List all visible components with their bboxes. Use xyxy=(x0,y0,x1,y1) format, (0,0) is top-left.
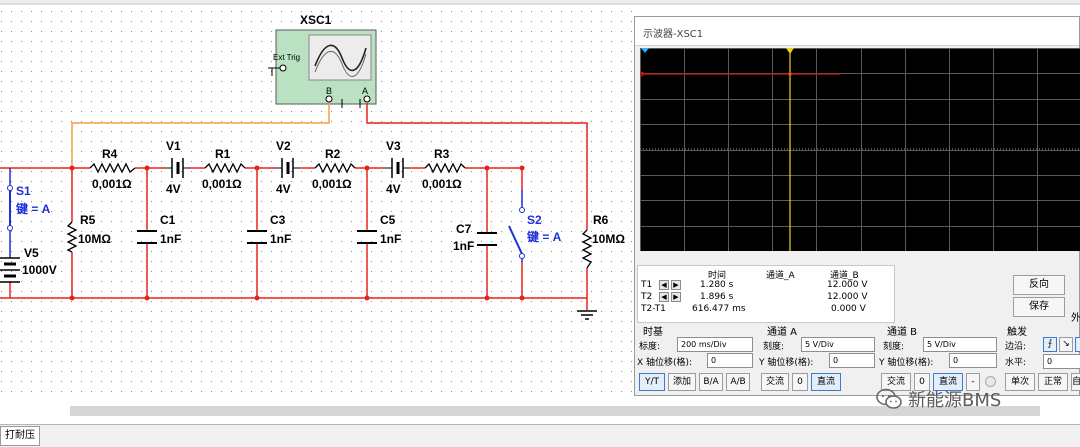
svg-text:1nF: 1nF xyxy=(160,232,181,246)
channel-b-scale-field[interactable]: 5 V/Div xyxy=(923,337,997,352)
channel-a-zero-button[interactable]: 0 xyxy=(792,373,808,391)
svg-text:1000V: 1000V xyxy=(22,263,57,277)
svg-text:0,001Ω: 0,001Ω xyxy=(202,177,242,191)
svg-text:R1: R1 xyxy=(215,147,231,161)
timebase-scale-field[interactable]: 200 ms/Div xyxy=(677,337,753,352)
timebase-scale-label: 标度: xyxy=(639,342,661,352)
external-label: 外 xyxy=(1071,313,1080,324)
trigger-auto-button[interactable]: 自 xyxy=(1071,373,1080,391)
t2-left-arrow-icon[interactable]: ◀ xyxy=(659,292,669,302)
svg-text:C3: C3 xyxy=(270,213,286,227)
t1-time: 1.280 s xyxy=(700,280,734,290)
svg-text:R2: R2 xyxy=(325,147,341,161)
svg-text:0,001Ω: 0,001Ω xyxy=(422,177,462,191)
t2-time: 1.896 s xyxy=(700,292,734,302)
svg-text:V3: V3 xyxy=(386,139,401,153)
scope-titlebar[interactable]: 示波器-XSC1 xyxy=(635,17,1079,46)
port-b-label: B xyxy=(326,86,332,96)
col-channel-a: 通道_A xyxy=(766,271,795,281)
channel-a-ypos-field[interactable]: 0 xyxy=(829,353,875,368)
watermark: 新能源BMS xyxy=(876,384,1001,414)
svg-text:V2: V2 xyxy=(276,139,291,153)
instrument-label: XSC1 xyxy=(300,13,332,27)
row-t1-label: T1 xyxy=(641,280,653,290)
scope-title: 示波器-XSC1 xyxy=(643,29,704,40)
timebase-xpos-field[interactable]: 0 xyxy=(707,353,753,368)
t1-channel-b: 12.000 V xyxy=(827,280,868,290)
mode-ab-button[interactable]: A/B xyxy=(726,373,750,391)
trigger-edge-label: 边沿: xyxy=(1005,342,1027,352)
t1-right-arrow-icon[interactable]: ▶ xyxy=(671,280,681,290)
svg-text:1nF: 1nF xyxy=(270,232,291,246)
svg-text:C7: C7 xyxy=(456,222,472,236)
channel-a-dc-button[interactable]: 直流 xyxy=(811,373,841,391)
save-button[interactable]: 保存 xyxy=(1013,297,1065,317)
channel-b-ypos-field[interactable]: 0 xyxy=(949,353,997,368)
channel-b-scale-label: 刻度: xyxy=(883,342,905,352)
scope-screen[interactable] xyxy=(639,48,1080,252)
trigger-title: 触发 xyxy=(1007,327,1027,338)
svg-text:R5: R5 xyxy=(80,213,96,227)
wechat-icon xyxy=(876,388,902,409)
svg-text:键 = A: 键 = A xyxy=(526,229,562,244)
channel-a-scale-field[interactable]: 5 V/Div xyxy=(801,337,875,352)
cursor-readout-panel: 时间 通道_A 通道_B T1 ◀ ▶ 1.280 s 12.000 V T2 … xyxy=(637,265,895,323)
trigger-level-label: 水平: xyxy=(1005,358,1027,368)
row-t2-label: T2 xyxy=(641,292,653,302)
svg-text:0,001Ω: 0,001Ω xyxy=(312,177,352,191)
timebase-title: 时基 xyxy=(643,327,663,338)
rising-edge-icon[interactable]: ⨍ xyxy=(1043,337,1057,352)
t2-channel-b: 12.000 V xyxy=(827,292,868,302)
t2-right-arrow-icon[interactable]: ▶ xyxy=(671,292,681,302)
falling-edge-icon[interactable]: ↘ xyxy=(1059,337,1073,352)
port-a-label: A xyxy=(362,86,368,96)
trigger-level-field[interactable]: 0 xyxy=(1043,354,1080,369)
watermark-text: 新能源BMS xyxy=(908,390,1002,411)
svg-text:1nF: 1nF xyxy=(453,239,474,253)
svg-text:10MΩ: 10MΩ xyxy=(78,232,111,246)
svg-text:10MΩ: 10MΩ xyxy=(592,232,625,246)
svg-text:R4: R4 xyxy=(102,147,118,161)
mode-ba-button[interactable]: B/A xyxy=(699,373,723,391)
channel-b-ypos-label: Y 轴位移(格): xyxy=(879,358,934,368)
channel-a-ac-button[interactable]: 交流 xyxy=(761,373,789,391)
status-tab[interactable]: 打耐压 xyxy=(0,426,40,446)
ext-trig-label: Ext Trig xyxy=(273,53,300,62)
reverse-button[interactable]: 反向 xyxy=(1013,275,1065,295)
svg-text:0,001Ω: 0,001Ω xyxy=(92,177,132,191)
oscilloscope-window[interactable]: 示波器-XSC1 时间 通道_A 通道_B T1 ◀ ▶ 1.280 s 12.… xyxy=(634,16,1080,396)
trigger-marker xyxy=(641,48,649,53)
mode-add-button[interactable]: 添加 xyxy=(668,373,696,391)
status-bar xyxy=(0,424,1080,447)
cursor-t1-marker[interactable] xyxy=(786,48,794,54)
trigger-normal-button[interactable]: 正常 xyxy=(1038,373,1068,391)
svg-text:R3: R3 xyxy=(434,147,450,161)
scope-display xyxy=(639,48,1080,252)
svg-text:C5: C5 xyxy=(380,213,396,227)
channel-a-scale-label: 刻度: xyxy=(763,342,785,352)
timebase-xpos-label: X 轴位移(格): xyxy=(637,358,693,368)
row-t2-t1-label: T2-T1 xyxy=(641,304,666,314)
svg-text:4V: 4V xyxy=(166,182,181,196)
svg-text:V1: V1 xyxy=(166,139,181,153)
trigger-single-button[interactable]: 单次 xyxy=(1005,373,1035,391)
svg-text:键 = A: 键 = A xyxy=(15,201,51,216)
channel-a-title: 通道 A xyxy=(767,327,798,338)
svg-text:S1: S1 xyxy=(16,184,31,198)
svg-text:4V: 4V xyxy=(386,182,401,196)
svg-text:1nF: 1nF xyxy=(380,232,401,246)
t2-t1-time: 616.477 ms xyxy=(692,304,746,314)
svg-text:4V: 4V xyxy=(276,182,291,196)
channel-a-ypos-label: Y 轴位移(格): xyxy=(759,358,814,368)
trigger-extra-edge-button[interactable] xyxy=(1075,337,1080,352)
t2-t1-channel-b: 0.000 V xyxy=(831,304,866,314)
channel-b-title: 通道 B xyxy=(887,327,918,338)
svg-text:V5: V5 xyxy=(24,246,39,260)
t1-left-arrow-icon[interactable]: ◀ xyxy=(659,280,669,290)
svg-text:C1: C1 xyxy=(160,213,176,227)
svg-text:S2: S2 xyxy=(527,213,542,227)
svg-text:R6: R6 xyxy=(593,213,609,227)
mode-yt-button[interactable]: Y/T xyxy=(639,373,665,391)
